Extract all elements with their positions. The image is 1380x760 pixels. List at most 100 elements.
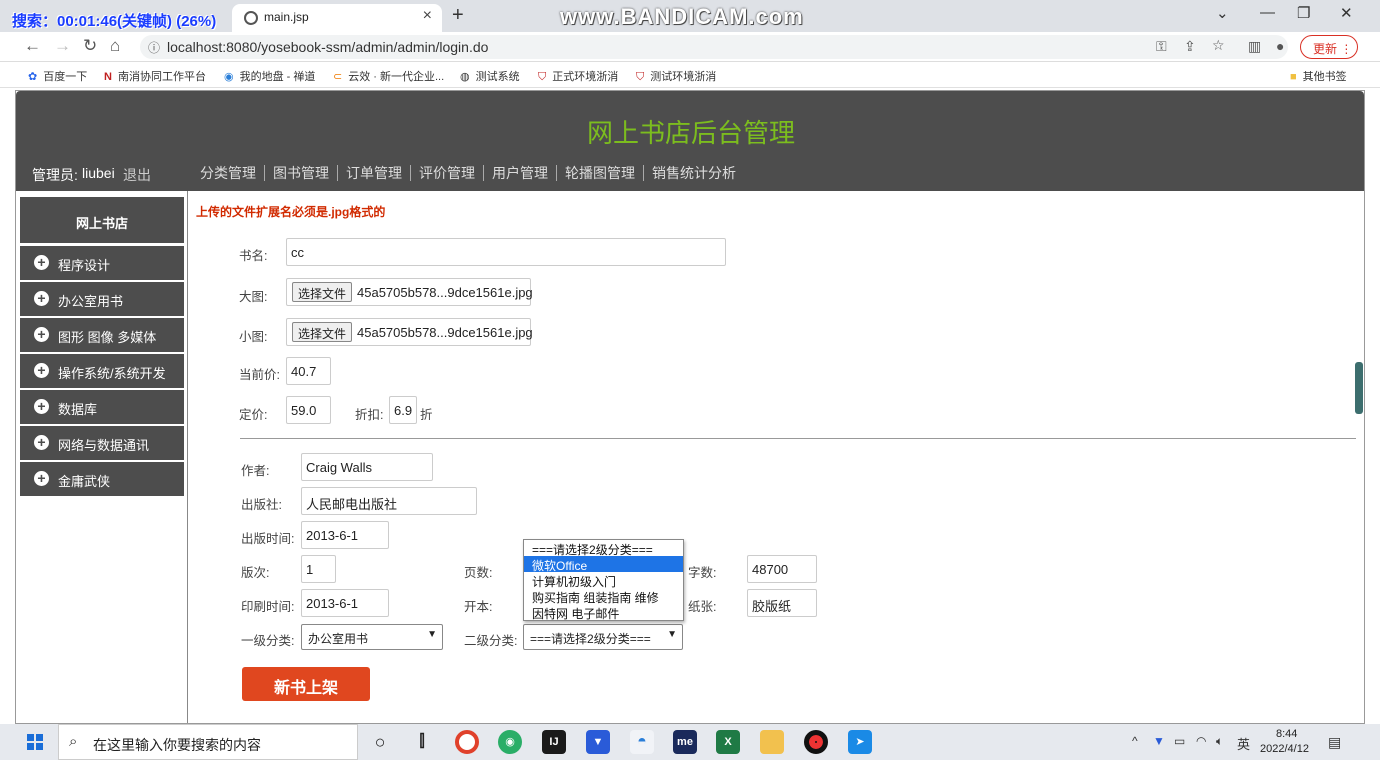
book-name-label: 书名:: [239, 249, 268, 263]
nav-review-management[interactable]: 评价管理: [411, 165, 484, 181]
dropdown-option[interactable]: ===请选择2级分类===: [524, 540, 683, 557]
bookmark-item[interactable]: ◉ 我的地盘 - 禅道: [224, 68, 315, 84]
current-price-input[interactable]: 40.7: [286, 357, 331, 385]
sidebar-item-wuxia[interactable]: + 金庸武侠: [20, 462, 184, 496]
edge-icon[interactable]: ◓: [630, 730, 654, 754]
notification-icon[interactable]: ▤: [1328, 734, 1341, 751]
bookmark-item[interactable]: ⊂ 云效 · 新一代企业...: [333, 68, 444, 84]
nav-sales-statistics[interactable]: 销售统计分析: [644, 165, 744, 181]
words-input[interactable]: 48700: [747, 555, 817, 583]
bookmark-item[interactable]: ⛉ 测试环境浙消: [636, 68, 716, 84]
chevron-up-icon[interactable]: ^: [1132, 734, 1138, 748]
print-date-input[interactable]: 2013-6-1: [301, 589, 389, 617]
back-button[interactable]: ←: [24, 36, 41, 56]
earth-icon: ◉: [224, 71, 234, 83]
bookmark-item[interactable]: ◍ 测试系统: [460, 68, 520, 84]
profile-icon[interactable]: ●: [1276, 38, 1284, 54]
taskbar-search[interactable]: ⌕ 在这里输入你要搜索的内容: [58, 724, 358, 760]
paper-input[interactable]: 胶版纸: [747, 589, 817, 617]
nav-book-management[interactable]: 图书管理: [265, 165, 338, 181]
dropdown-option[interactable]: 购买指南 组装指南 维修: [524, 588, 683, 605]
maximize-button[interactable]: ❐: [1297, 4, 1310, 22]
shield-icon[interactable]: ▼: [586, 730, 610, 754]
key-icon[interactable]: ⚿: [1156, 38, 1167, 55]
address-bar[interactable]: ⓘ localhost:8080/yosebook-ssm/admin/admi…: [140, 35, 1288, 59]
forward-button[interactable]: →: [54, 36, 71, 56]
bookmark-star-icon[interactable]: ☆: [1212, 37, 1225, 54]
nav-category-management[interactable]: 分类管理: [200, 165, 265, 181]
sidebar-title: 网上书店: [20, 197, 184, 243]
globe-icon: [244, 11, 258, 25]
task-view-icon[interactable]: ⫿: [410, 730, 434, 754]
nav-carousel-management[interactable]: 轮播图管理: [557, 165, 644, 181]
me-app-icon[interactable]: me: [673, 730, 697, 754]
sidebar-item-network[interactable]: + 网络与数据通讯: [20, 426, 184, 460]
shield-tray-icon[interactable]: ▼: [1153, 734, 1165, 748]
new-tab-button[interactable]: +: [452, 4, 464, 27]
excel-icon[interactable]: X: [716, 730, 740, 754]
site-header: 网上书店后台管理 管理员: liubei 退出 分类管理 图书管理 订单管理 评…: [16, 91, 1364, 191]
other-bookmarks[interactable]: ■ 其他书签: [1290, 68, 1347, 84]
nav-user-management[interactable]: 用户管理: [484, 165, 557, 181]
sidebar-item-office[interactable]: + 办公室用书: [20, 282, 184, 316]
category1-select[interactable]: 办公室用书 ▼: [301, 624, 443, 650]
ime-indicator[interactable]: 英: [1237, 734, 1250, 753]
feishu-icon[interactable]: ➤: [848, 730, 872, 754]
dropdown-option-highlighted[interactable]: 微软Office: [524, 556, 683, 573]
minimize-button[interactable]: —: [1260, 4, 1275, 21]
publisher-input[interactable]: 人民邮电出版社: [301, 487, 477, 515]
intellij-icon[interactable]: IJ: [542, 730, 566, 754]
battery-icon[interactable]: ▭: [1174, 734, 1185, 748]
choose-file-button[interactable]: 选择文件: [292, 282, 353, 302]
small-image-filename: 45a5705b578...9dce1561e.jpg: [357, 325, 533, 340]
share-icon[interactable]: ⇪: [1184, 38, 1196, 55]
clock-date[interactable]: 2022/4/12: [1260, 743, 1309, 755]
info-icon[interactable]: ⓘ: [148, 39, 160, 56]
sidebar-panel-icon[interactable]: ▥: [1248, 38, 1261, 55]
browser-tab[interactable]: main.jsp ×: [232, 4, 442, 32]
book-name-input[interactable]: cc: [286, 238, 726, 266]
bookmark-item[interactable]: N 南消协同工作平台: [104, 68, 206, 84]
format-label: 开本:: [464, 600, 493, 614]
nav-order-management[interactable]: 订单管理: [338, 165, 411, 181]
update-button[interactable]: 更新 ⋮: [1300, 35, 1358, 59]
wifi-icon[interactable]: ◠: [1196, 734, 1206, 748]
cortana-icon[interactable]: ○: [368, 730, 392, 754]
windows-start-icon[interactable]: [27, 734, 43, 750]
edition-input[interactable]: 1: [301, 555, 336, 583]
bookmark-item[interactable]: ⛉ 正式环境浙消: [538, 68, 618, 84]
sidebar-item-programming[interactable]: + 程序设计: [20, 246, 184, 280]
small-image-file-input[interactable]: 选择文件 45a5705b578...9dce1561e.jpg: [286, 318, 533, 346]
volume-icon[interactable]: 🔈︎: [1216, 734, 1223, 749]
category2-select[interactable]: ===请选择2级分类=== ▼: [523, 624, 683, 650]
dropdown-option[interactable]: 计算机初级入门: [524, 572, 683, 589]
url-text[interactable]: localhost:8080/yosebook-ssm/admin/admin/…: [167, 39, 488, 55]
close-window-button[interactable]: ✕: [1340, 4, 1353, 22]
sidebar-item-multimedia[interactable]: + 图形 图像 多媒体: [20, 318, 184, 352]
choose-file-button[interactable]: 选择文件: [292, 322, 353, 342]
bookmark-item[interactable]: ✿ 百度一下: [28, 68, 87, 84]
tab-search-icon[interactable]: ⌄: [1216, 4, 1229, 22]
category1-label: 一级分类:: [241, 634, 295, 648]
wechat-icon[interactable]: ◉: [498, 730, 522, 754]
reload-button[interactable]: ↻: [83, 36, 97, 56]
page-title: 网上书店后台管理: [586, 118, 795, 148]
list-price-input[interactable]: 59.0: [286, 396, 331, 424]
tab-close-icon[interactable]: ×: [423, 7, 432, 25]
sidebar-item-database[interactable]: + 数据库: [20, 390, 184, 424]
file-explorer-icon[interactable]: [760, 730, 784, 754]
big-image-file-input[interactable]: 选择文件 45a5705b578...9dce1561e.jpg: [286, 278, 533, 306]
scrollbar-handle[interactable]: [1355, 362, 1363, 414]
logout-link[interactable]: 退出: [123, 165, 151, 185]
plus-icon: +: [34, 399, 49, 414]
publish-date-input[interactable]: 2013-6-1: [301, 521, 389, 549]
sidebar-item-os[interactable]: + 操作系统/系统开发: [20, 354, 184, 388]
author-input[interactable]: Craig Walls: [301, 453, 433, 481]
clock-time[interactable]: 8:44: [1276, 728, 1297, 740]
submit-new-book-button[interactable]: 新书上架: [242, 667, 370, 701]
chrome-icon[interactable]: [455, 730, 479, 754]
home-icon[interactable]: ⌂: [110, 36, 120, 56]
record-icon[interactable]: [804, 730, 828, 754]
discount-input[interactable]: 6.9: [389, 396, 417, 424]
dropdown-option[interactable]: 因特网 电子邮件: [524, 604, 683, 621]
